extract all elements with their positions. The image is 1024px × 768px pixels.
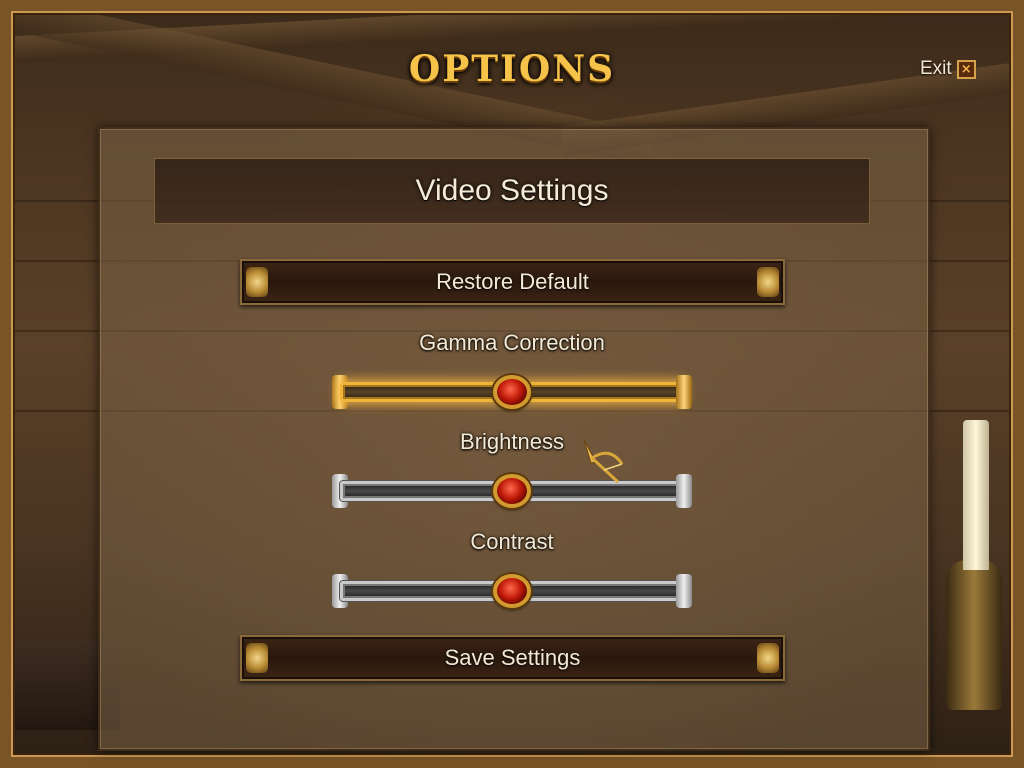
- ornament-icon: [246, 643, 268, 673]
- ornament-icon: [757, 267, 779, 297]
- panel-title: Video Settings: [415, 174, 609, 207]
- slider-endcap: [676, 375, 692, 409]
- gamma-correction-label: Gamma Correction: [419, 330, 605, 355]
- slider-knob[interactable]: [493, 375, 531, 409]
- brightness-slider[interactable]: [332, 474, 692, 508]
- candle-holder: [946, 560, 1002, 710]
- exit-button[interactable]: Exit ×: [920, 58, 976, 80]
- exit-label: Exit: [920, 58, 952, 79]
- contrast-slider[interactable]: [332, 574, 692, 608]
- slider-knob[interactable]: [493, 474, 531, 508]
- slider-knob[interactable]: [493, 574, 531, 608]
- save-settings-label: Save Settings: [444, 645, 581, 670]
- close-icon: ×: [956, 59, 976, 79]
- save-settings-button[interactable]: Save Settings: [240, 635, 785, 681]
- ornament-icon: [757, 643, 779, 673]
- contrast-label: Contrast: [470, 529, 554, 554]
- screen-title: OPTIONS: [408, 48, 616, 90]
- slider-endcap: [676, 474, 692, 508]
- slider-endcap: [676, 574, 692, 608]
- gamma-correction-slider[interactable]: [332, 375, 692, 409]
- restore-default-label: Restore Default: [436, 269, 589, 294]
- restore-default-button[interactable]: Restore Default: [240, 259, 785, 305]
- brightness-label: Brightness: [460, 429, 564, 454]
- crossbow-cursor-icon: [583, 439, 624, 484]
- panel-header: Video Settings: [154, 158, 870, 224]
- ornament-icon: [246, 267, 268, 297]
